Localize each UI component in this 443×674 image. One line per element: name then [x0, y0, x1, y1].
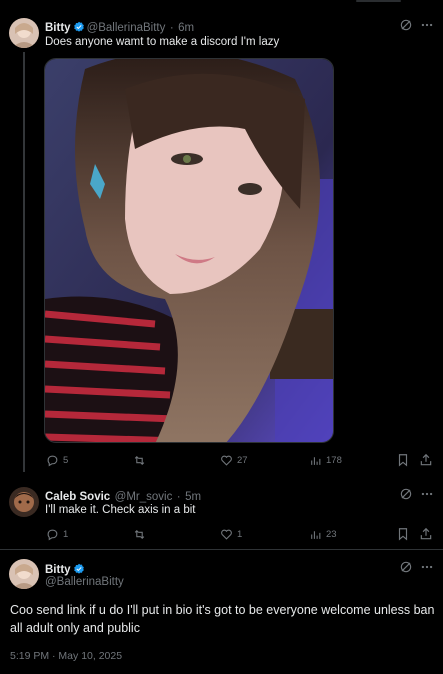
repost-icon	[134, 529, 145, 539]
separator-dot: ·	[169, 22, 174, 34]
reply-icon	[47, 455, 58, 466]
author-name[interactable]: Bitty	[45, 564, 71, 576]
author-name[interactable]: Bitty	[45, 22, 71, 34]
verified-badge-icon	[73, 563, 84, 574]
author-handle[interactable]: @Mr_sovic	[115, 491, 173, 503]
avatar[interactable]	[9, 487, 39, 517]
like-count: 1	[237, 528, 243, 540]
tweet-time[interactable]: 5m	[185, 491, 201, 503]
author-handle[interactable]: @BallerinaBitty	[45, 576, 124, 588]
grok-icon[interactable]	[399, 487, 413, 501]
separator-dot: ·	[176, 491, 181, 503]
views-icon	[311, 530, 321, 539]
tweet-timestamp[interactable]: 5:19 PM · May 10, 2025	[10, 650, 122, 662]
views-count: 23	[326, 528, 337, 540]
heart-icon	[221, 455, 232, 466]
more-options-icon[interactable]	[420, 487, 434, 501]
divider	[0, 549, 443, 550]
grok-icon[interactable]	[399, 18, 413, 32]
bookmark-icon[interactable]	[396, 453, 410, 467]
reply-button[interactable]: 5	[46, 453, 68, 467]
avatar[interactable]	[9, 18, 39, 48]
reply-icon	[47, 529, 58, 540]
reply-count: 1	[63, 528, 69, 540]
repost-icon	[134, 455, 145, 465]
tweet-time[interactable]: 6m	[178, 22, 194, 34]
tweet-header: Bitty @BallerinaBitty · 6m	[45, 18, 194, 36]
like-button[interactable]: 1	[220, 527, 242, 541]
grok-icon[interactable]	[399, 560, 413, 574]
share-icon[interactable]	[419, 527, 433, 541]
like-button[interactable]: 27	[220, 453, 248, 467]
more-options-icon[interactable]	[420, 560, 434, 574]
repost-button[interactable]	[133, 527, 146, 541]
like-count: 27	[237, 454, 248, 466]
tweet-text: I'll make it. Check axis in a bit	[45, 504, 196, 516]
tweet-text: Does anyone wamt to make a discord I'm l…	[45, 36, 280, 48]
avatar[interactable]	[9, 559, 39, 589]
thread-line	[23, 52, 25, 472]
heart-icon	[221, 529, 232, 540]
repost-button[interactable]	[133, 453, 146, 467]
views-button[interactable]: 23	[309, 527, 337, 541]
views-button[interactable]: 178	[309, 453, 342, 467]
tweet-photo[interactable]	[44, 58, 334, 443]
views-count: 178	[326, 454, 342, 466]
author-name[interactable]: Caleb Sovic	[45, 491, 110, 503]
reply-count: 5	[63, 454, 69, 466]
verified-badge-icon	[73, 21, 84, 32]
top-scroll-indicator	[356, 0, 401, 2]
share-icon[interactable]	[419, 453, 433, 467]
tweet-text: Coo send link if u do I'll put in bio it…	[10, 603, 435, 635]
reply-button[interactable]: 1	[46, 527, 68, 541]
more-options-icon[interactable]	[420, 18, 434, 32]
bookmark-icon[interactable]	[396, 527, 410, 541]
views-icon	[311, 456, 321, 465]
author-handle[interactable]: @BallerinaBitty	[87, 22, 166, 34]
